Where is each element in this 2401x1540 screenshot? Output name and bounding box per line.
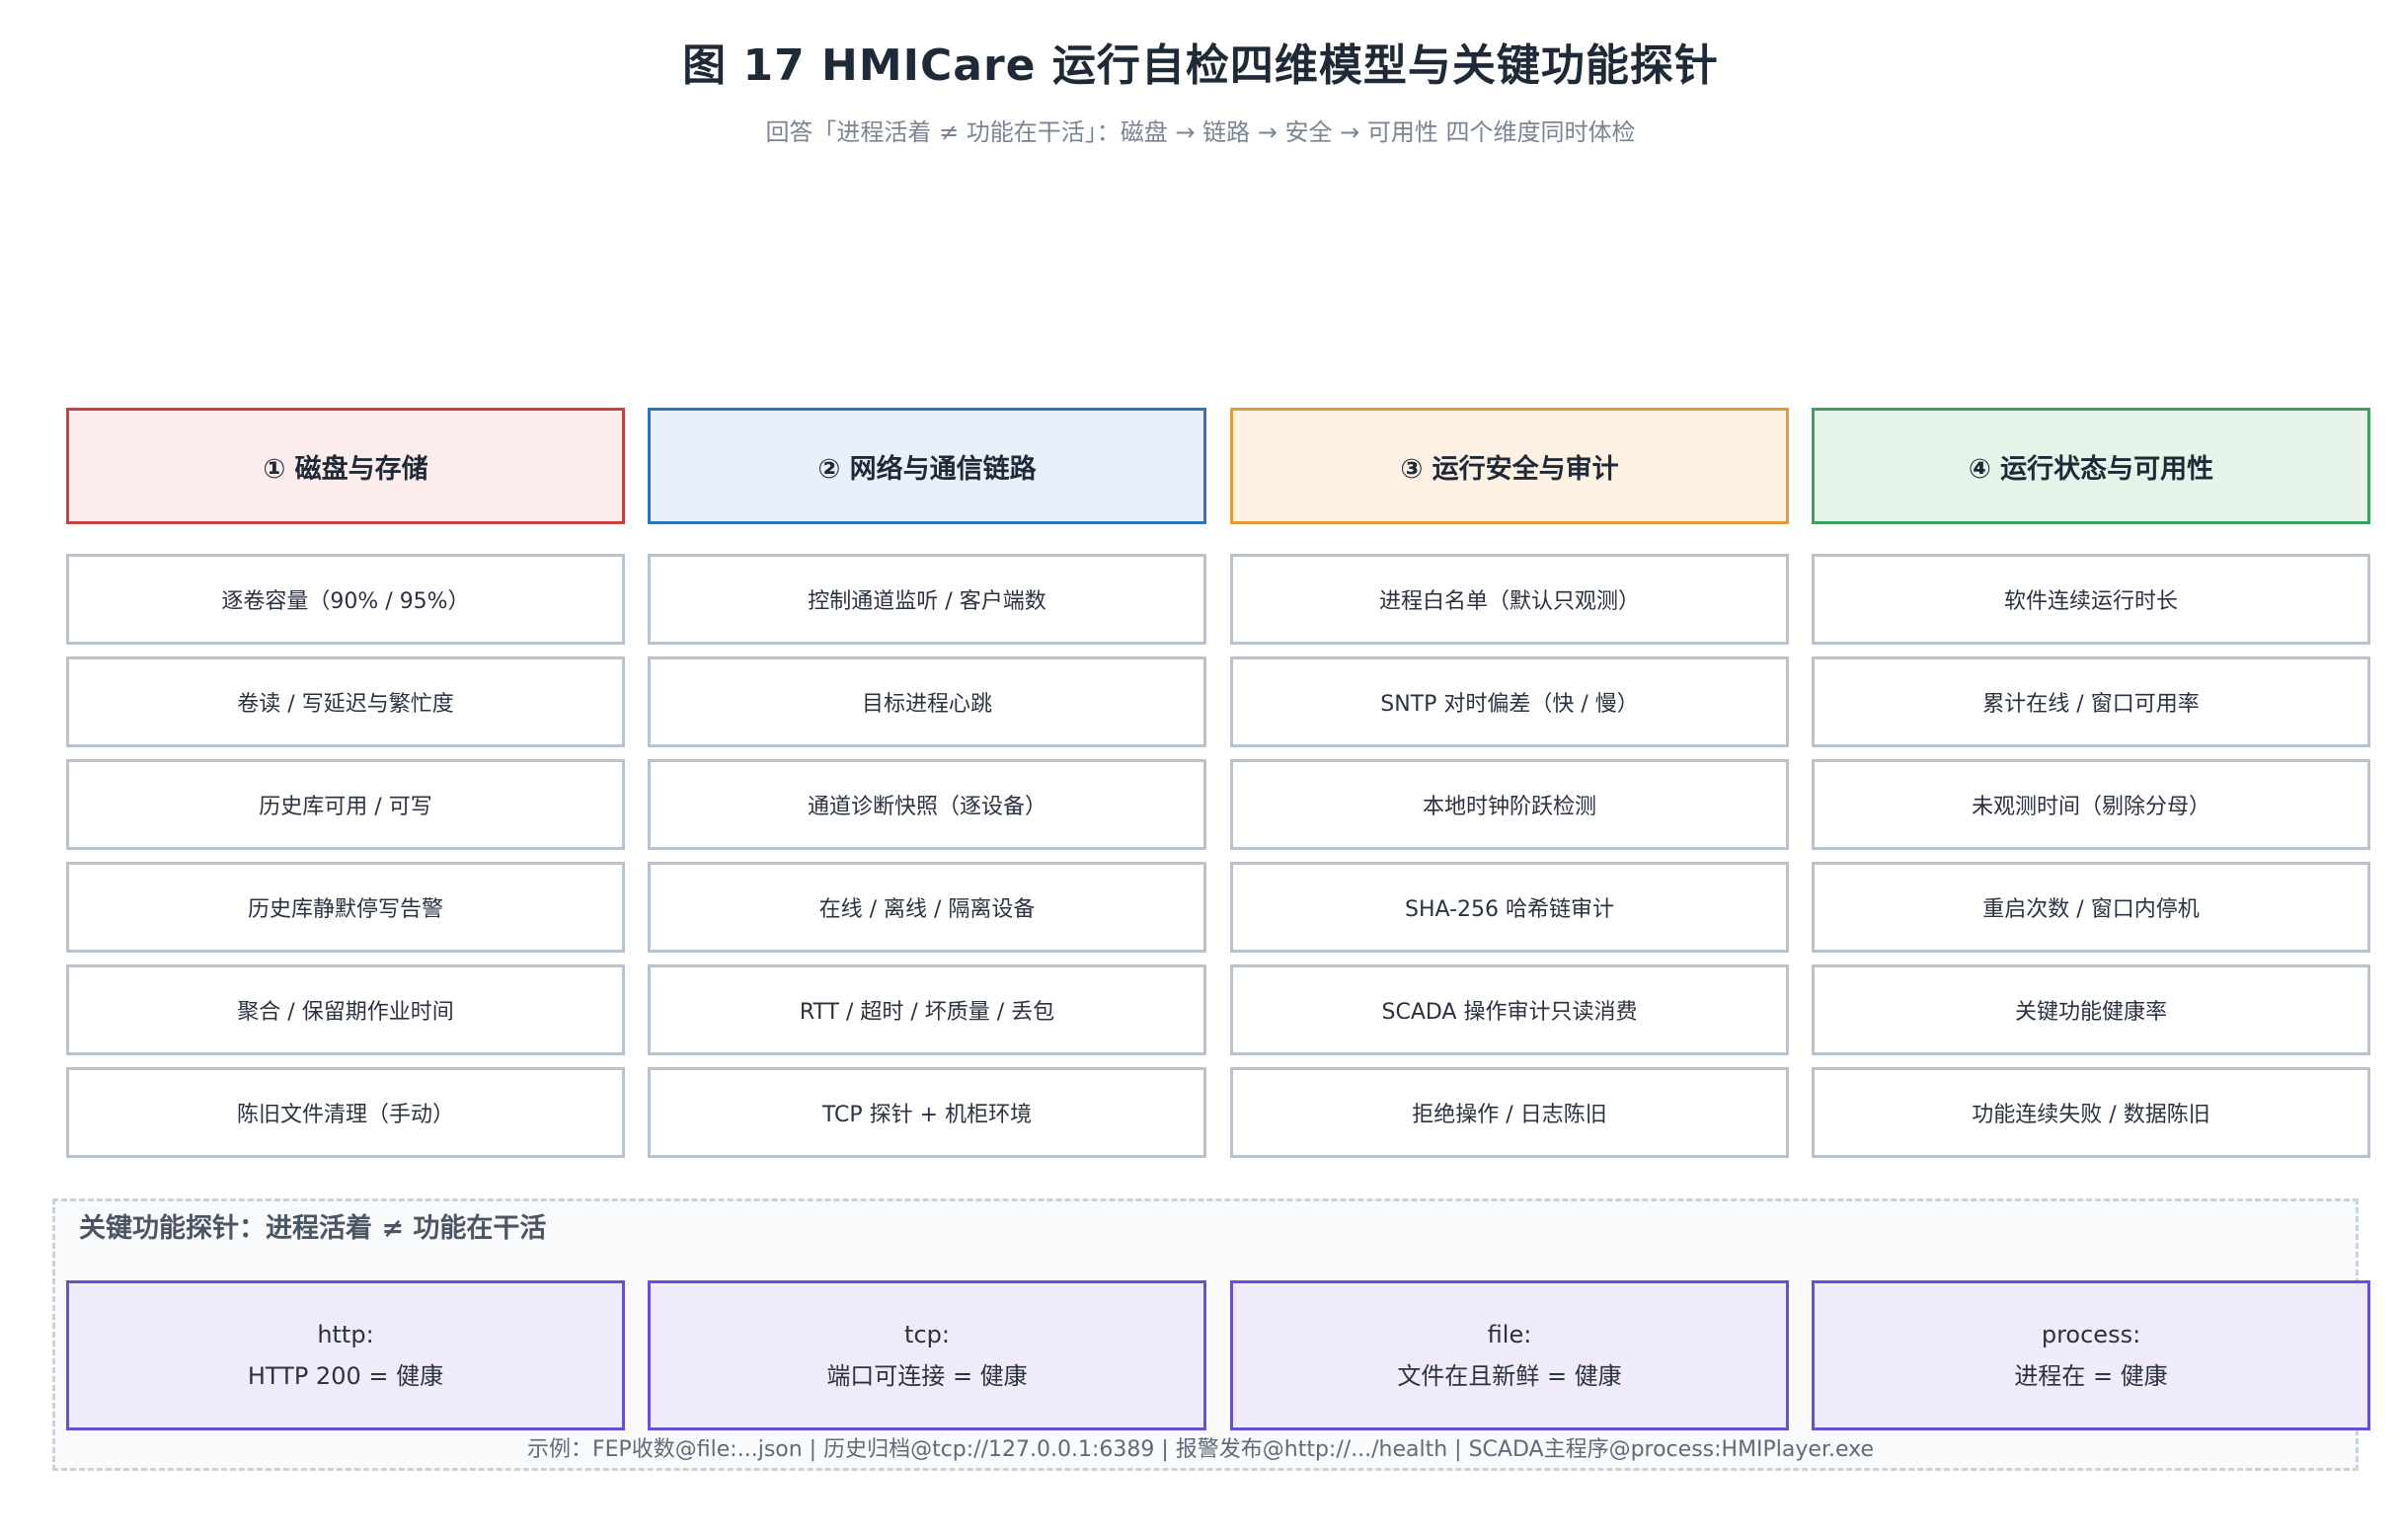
figure-title: 图 17 HMICare 运行自检四维模型与关键功能探针 <box>682 40 1719 91</box>
dimension-item: 重启次数 / 窗口内停机 <box>1812 862 2370 953</box>
dimension-item: 累计在线 / 窗口可用率 <box>1812 656 2370 747</box>
probe-kind: http: <box>317 1321 374 1348</box>
dimension-item: SHA-256 哈希链审计 <box>1230 862 1789 953</box>
probe-kind: file: <box>1487 1321 1532 1348</box>
dimension-item: 进程白名单（默认只观测） <box>1230 554 1789 645</box>
probe-kind: tcp: <box>904 1321 950 1348</box>
dimension-header: ① 磁盘与存储 <box>66 408 625 524</box>
dimension-item: 未观测时间（剔除分母） <box>1812 759 2370 850</box>
dimension-item: 在线 / 离线 / 隔离设备 <box>648 862 1206 953</box>
probe-rule: 文件在且新鲜 = 健康 <box>1397 1362 1622 1390</box>
dimension-security-audit: ③ 运行安全与审计 进程白名单（默认只观测） SNTP 对时偏差（快 / 慢） … <box>1230 408 1789 1158</box>
dimension-item: 逐卷容量（90% / 95%） <box>66 554 625 645</box>
probe-rule: 端口可连接 = 健康 <box>826 1362 1028 1390</box>
dimension-availability: ④ 运行状态与可用性 软件连续运行时长 累计在线 / 窗口可用率 未观测时间（剔… <box>1812 408 2370 1158</box>
dimension-item: 历史库可用 / 可写 <box>66 759 625 850</box>
dimension-item: 通道诊断快照（逐设备） <box>648 759 1206 850</box>
dimension-item: 历史库静默停写告警 <box>66 862 625 953</box>
probe-rule: 进程在 = 健康 <box>2014 1362 2168 1390</box>
dimension-item: SCADA 操作审计只读消费 <box>1230 964 1789 1055</box>
dimension-item: 卷读 / 写延迟与繁忙度 <box>66 656 625 747</box>
probe-rule: HTTP 200 = 健康 <box>247 1362 444 1390</box>
dimension-item: 聚合 / 保留期作业时间 <box>66 964 625 1055</box>
dimension-item: 关键功能健康率 <box>1812 964 2370 1055</box>
probe-http: http: HTTP 200 = 健康 <box>66 1280 625 1430</box>
dimension-header: ② 网络与通信链路 <box>648 408 1206 524</box>
probe-example: 示例：FEP收数@file:...json | 历史归档@tcp://127.0… <box>526 1437 1874 1462</box>
dimension-item: 功能连续失败 / 数据陈旧 <box>1812 1067 2370 1158</box>
dimension-item: 目标进程心跳 <box>648 656 1206 747</box>
probe-section-title: 关键功能探针：进程活着 ≠ 功能在干活 <box>79 1213 547 1244</box>
dimension-disk-storage: ① 磁盘与存储 逐卷容量（90% / 95%） 卷读 / 写延迟与繁忙度 历史库… <box>66 408 625 1158</box>
probe-tcp: tcp: 端口可连接 = 健康 <box>648 1280 1206 1430</box>
probe-file: file: 文件在且新鲜 = 健康 <box>1230 1280 1789 1430</box>
dimension-item: TCP 探针 + 机柜环境 <box>648 1067 1206 1158</box>
dimension-item: 陈旧文件清理（手动） <box>66 1067 625 1158</box>
dimension-item: 控制通道监听 / 客户端数 <box>648 554 1206 645</box>
dimension-header: ④ 运行状态与可用性 <box>1812 408 2370 524</box>
dimension-item: SNTP 对时偏差（快 / 慢） <box>1230 656 1789 747</box>
figure-subtitle: 回答「进程活着 ≠ 功能在干活」：磁盘 → 链路 → 安全 → 可用性 四个维度… <box>765 118 1636 146</box>
dimension-network-link: ② 网络与通信链路 控制通道监听 / 客户端数 目标进程心跳 通道诊断快照（逐设… <box>648 408 1206 1158</box>
dimension-header: ③ 运行安全与审计 <box>1230 408 1789 524</box>
probe-kind: process: <box>2041 1321 2141 1348</box>
dimension-item: 本地时钟阶跃检测 <box>1230 759 1789 850</box>
dimension-item: 拒绝操作 / 日志陈旧 <box>1230 1067 1789 1158</box>
dimension-item: 软件连续运行时长 <box>1812 554 2370 645</box>
dimension-item: RTT / 超时 / 坏质量 / 丢包 <box>648 964 1206 1055</box>
probe-process: process: 进程在 = 健康 <box>1812 1280 2370 1430</box>
